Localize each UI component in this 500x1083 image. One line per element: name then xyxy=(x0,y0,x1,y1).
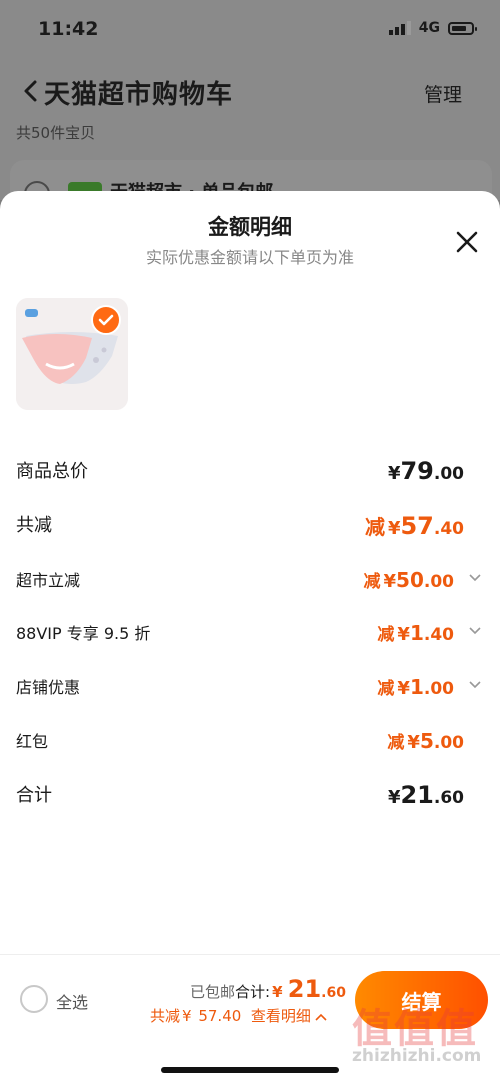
view-detail-link[interactable]: 共减 ¥ 57.40 查看明细 xyxy=(150,1005,327,1026)
total-price-value: ¥79.00 xyxy=(387,457,464,485)
manage-button[interactable]: 管理 xyxy=(424,80,462,107)
chevron-down-icon[interactable] xyxy=(468,680,482,690)
store-discount-row[interactable]: 店铺优惠 减 ¥1.00 xyxy=(16,674,484,704)
total-price-row: 商品总价 ¥79.00 xyxy=(16,457,484,487)
watermark: 值值值 zhizhizhi.com xyxy=(352,996,492,1076)
total-reduce-value: 减 ¥57.40 xyxy=(364,512,464,540)
store-discount-label: 店铺优惠 xyxy=(16,678,81,697)
store-discount-value: 减 ¥1.00 xyxy=(377,675,454,699)
total-reduce-label: 共减 xyxy=(16,515,52,536)
red-packet-row: 红包 减 ¥5.00 xyxy=(16,728,484,758)
supermarket-discount-row[interactable]: 超市立减 减 ¥50.00 xyxy=(16,567,484,597)
cart-item-count: 共50件宝贝 xyxy=(16,124,96,142)
sum-row: 合计 ¥21.60 xyxy=(16,781,484,811)
red-packet-value: 减 ¥5.00 xyxy=(387,729,464,753)
amount-detail-sheet: 金额明细 实际优惠金额请以下单页为准 商品总价 ¥79.00 共减 减 ¥57.4… xyxy=(0,191,500,1082)
red-packet-label: 红包 xyxy=(16,732,49,751)
chevron-down-icon[interactable] xyxy=(468,626,482,636)
shipping-total-line: 已包邮合计: ¥ 21.60 xyxy=(190,975,346,1003)
vip-discount-row[interactable]: 88VIP 专享 9.5 折 减 ¥1.40 xyxy=(16,620,484,650)
chevron-down-icon[interactable] xyxy=(468,573,482,583)
total-label: 合计: xyxy=(235,983,271,1001)
home-indicator xyxy=(161,1067,339,1073)
product-checked-icon[interactable] xyxy=(91,305,121,335)
signal-icon xyxy=(388,21,411,35)
back-arrow-icon[interactable] xyxy=(20,76,42,106)
close-icon[interactable] xyxy=(454,229,480,255)
supermarket-discount-label: 超市立减 xyxy=(16,571,81,590)
total-price-label: 商品总价 xyxy=(16,461,88,482)
status-time: 11:42 xyxy=(38,18,99,40)
sum-label: 合计 xyxy=(16,785,52,806)
watermark-text: zhizhizhi.com xyxy=(352,1046,482,1066)
status-bar: 11:42 4G xyxy=(0,0,500,58)
status-indicators: 4G xyxy=(388,20,477,36)
chevron-up-icon xyxy=(315,1013,327,1021)
select-all-label[interactable]: 全选 xyxy=(56,989,88,1013)
sheet-title: 金额明细 xyxy=(208,215,292,239)
battery-icon xyxy=(448,21,477,35)
shipped-label: 已包邮 xyxy=(190,983,236,1001)
network-label: 4G xyxy=(418,20,440,36)
sheet-subtitle: 实际优惠金额请以下单页为准 xyxy=(145,248,354,267)
total-reduce-row: 共减 减 ¥57.40 xyxy=(16,511,484,541)
supermarket-discount-value: 减 ¥50.00 xyxy=(363,568,455,592)
select-all-radio[interactable] xyxy=(20,985,48,1013)
sum-value: ¥21.60 xyxy=(387,781,464,809)
cart-title: 天猫超市购物车 xyxy=(44,80,234,110)
vip-discount-label: 88VIP 专享 9.5 折 xyxy=(16,624,151,643)
total-amount: ¥ 21.60 xyxy=(272,975,346,1003)
vip-discount-value: 减 ¥1.40 xyxy=(377,621,454,645)
